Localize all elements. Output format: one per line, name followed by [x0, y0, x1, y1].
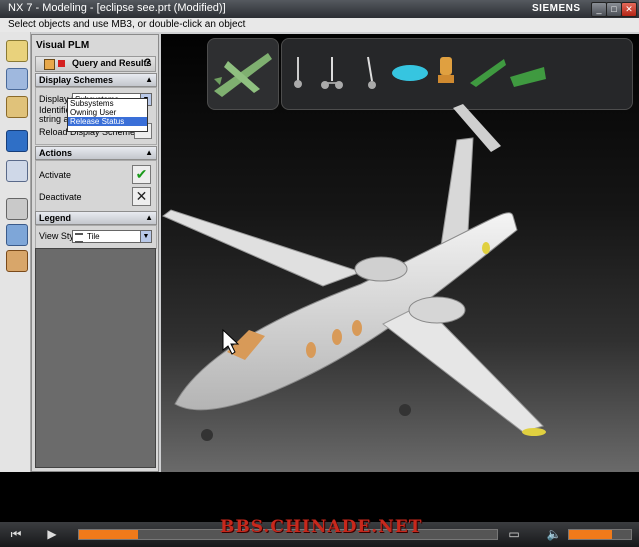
app-area: Visual PLM Query and Results ? Display S…: [0, 32, 639, 472]
window-title: NX 7 - Modeling - [eclipse see.prt (Modi…: [8, 2, 226, 14]
tab-query-and-results[interactable]: Query and Results ?: [35, 56, 156, 72]
minimize-icon[interactable]: _: [591, 2, 607, 17]
stop-icon[interactable]: [58, 60, 65, 67]
resource-bar: [0, 32, 31, 472]
chevron-up-icon: ▲: [145, 148, 153, 157]
aircraft-model[interactable]: [161, 34, 639, 472]
section-display-schemes[interactable]: Display Schemes ▲: [35, 73, 157, 87]
volume-slider[interactable]: [568, 529, 632, 540]
roles-icon[interactable]: [6, 250, 28, 272]
title-bar: NX 7 - Modeling - [eclipse see.prt (Modi…: [0, 0, 639, 18]
dropdown-option[interactable]: Owning User: [68, 108, 147, 117]
section-header-label: Legend: [39, 213, 72, 223]
web-browser-icon[interactable]: [6, 160, 28, 182]
dropdown-option-selected[interactable]: Release Status: [68, 117, 147, 126]
tab-label: Query and Results: [72, 58, 152, 68]
screen-size-icon[interactable]: ▭: [504, 525, 524, 543]
brand-label: SIEMENS: [532, 3, 581, 14]
cue-line-text: Select objects and use MB3, or double-cl…: [8, 19, 246, 30]
volume-fill: [569, 530, 613, 539]
deactivate-label: Deactivate: [39, 192, 82, 202]
skip-back-icon[interactable]: ⏮: [6, 525, 26, 543]
activate-button[interactable]: ✔: [132, 165, 151, 184]
player-controls: ⏮ ▶ BBS.CHINADE.NET ▭ 🔈: [0, 517, 639, 547]
chevron-up-icon: ▲: [145, 213, 153, 222]
part-navigator-icon[interactable]: [6, 40, 28, 62]
graphics-window[interactable]: [161, 34, 639, 472]
query-icon[interactable]: [44, 59, 55, 70]
chevron-up-icon: ▲: [145, 75, 153, 84]
section-header-label: Display Schemes: [39, 75, 114, 85]
deactivate-button[interactable]: ✕: [132, 187, 151, 206]
view-style-select[interactable]: Tile ▼: [72, 230, 152, 243]
system-materials-icon[interactable]: [6, 224, 28, 246]
assembly-navigator-icon[interactable]: [6, 68, 28, 90]
maximize-icon[interactable]: □: [606, 2, 622, 17]
section-actions[interactable]: Actions ▲: [35, 146, 157, 160]
close-icon[interactable]: ✕: [621, 2, 637, 17]
tile-icon: [75, 233, 83, 243]
legend-area: [35, 248, 156, 468]
chevron-down-icon[interactable]: ▼: [140, 231, 151, 242]
display-scheme-dropdown[interactable]: Subsystems Owning User Release Status: [67, 98, 148, 132]
dropdown-option[interactable]: Subsystems: [68, 99, 147, 108]
cue-line: Select objects and use MB3, or double-cl…: [0, 18, 639, 33]
check-icon: ✔: [135, 166, 148, 182]
constraint-navigator-icon[interactable]: [6, 96, 28, 118]
volume-icon[interactable]: 🔈: [544, 525, 564, 543]
legend-body: View Style Tile ▼: [35, 225, 157, 249]
section-header-label: Actions: [39, 148, 73, 158]
actions-body: Activate ✔ Deactivate ✕: [35, 160, 157, 212]
watermark: BBS.CHINADE.NET: [220, 517, 423, 537]
visual-plm-icon[interactable]: [6, 130, 28, 152]
activate-label: Activate: [39, 170, 72, 180]
progress-fill: [79, 530, 138, 539]
play-icon[interactable]: ▶: [42, 525, 62, 543]
view-style-value: Tile: [87, 232, 100, 241]
x-icon: ✕: [135, 188, 148, 204]
history-icon[interactable]: [6, 198, 28, 220]
video-player: ⏮ ▶ BBS.CHINADE.NET ▭ 🔈: [0, 472, 639, 547]
section-legend[interactable]: Legend ▲: [35, 211, 157, 225]
navigator-title: Visual PLM: [36, 40, 90, 51]
help-icon[interactable]: ?: [144, 57, 151, 69]
